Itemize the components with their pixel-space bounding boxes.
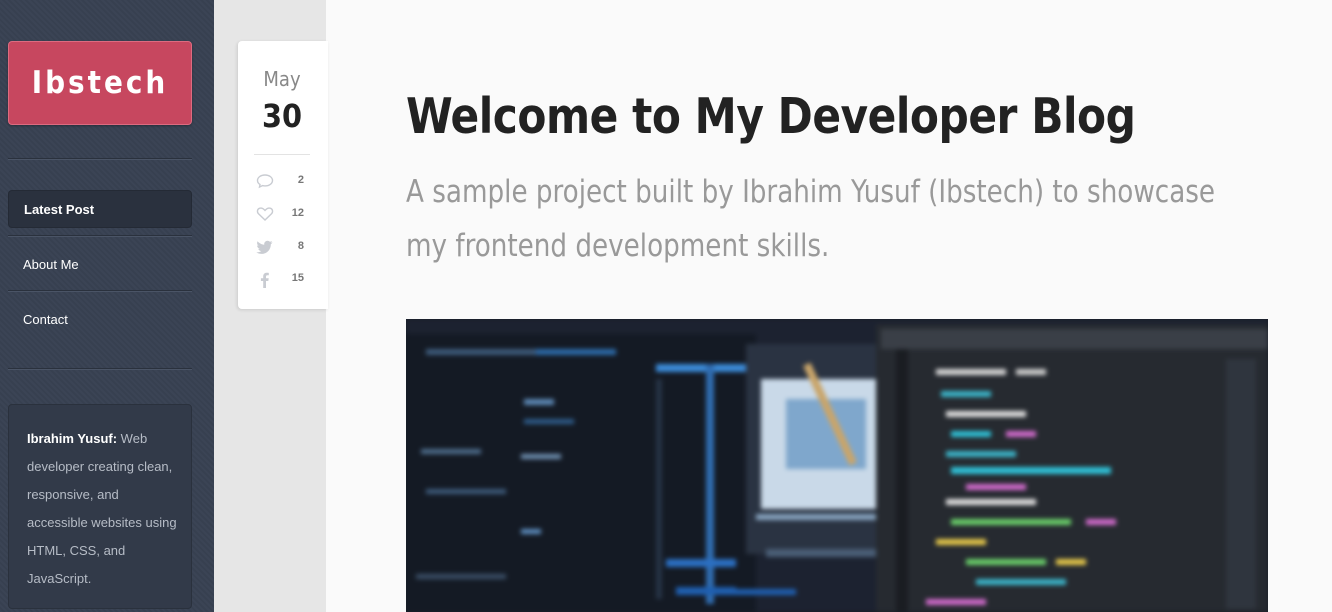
facebook-stat[interactable]: 15 — [256, 271, 316, 289]
nav-latest-post[interactable]: Latest Post — [8, 190, 192, 228]
divider — [8, 368, 192, 370]
author-description: Web developer creating clean, responsive… — [27, 431, 177, 586]
divider — [8, 158, 192, 160]
facebook-count: 15 — [291, 272, 304, 284]
site-logo[interactable]: Ibstech — [8, 41, 192, 125]
facebook-icon — [260, 272, 269, 288]
post-hero-image — [406, 319, 1268, 612]
divider — [254, 154, 310, 155]
likes-stat[interactable]: 12 — [256, 206, 316, 224]
sidebar: Ibstech Latest Post About Me Contact Ibr… — [0, 0, 214, 612]
post-subtitle: A sample project built by Ibrahim Yusuf … — [406, 174, 1216, 264]
nav-label: Latest Post — [24, 201, 95, 217]
divider — [8, 290, 192, 292]
nav-label: About Me — [23, 256, 79, 272]
post-month: May — [263, 67, 301, 91]
main-content: Welcome to My Developer Blog A sample pr… — [326, 0, 1332, 612]
twitter-stat[interactable]: 8 — [256, 239, 316, 257]
post-day: 30 — [261, 97, 303, 135]
nav-about-me[interactable]: About Me — [8, 245, 192, 283]
nav-label: Contact — [23, 311, 68, 327]
post-meta-card: May 30 2 12 8 15 — [238, 41, 328, 309]
twitter-icon — [256, 240, 273, 254]
tweets-count: 8 — [297, 240, 304, 252]
divider — [8, 235, 192, 237]
comments-count: 2 — [297, 174, 304, 186]
comment-icon — [256, 174, 274, 189]
post-title: Welcome to My Developer Blog — [406, 88, 1136, 145]
author-bio: Ibrahim Yusuf: Web developer creating cl… — [8, 404, 192, 609]
nav-contact[interactable]: Contact — [8, 300, 192, 338]
comments-stat[interactable]: 2 — [256, 173, 316, 191]
author-name: Ibrahim Yusuf: — [27, 431, 118, 446]
likes-count: 12 — [291, 207, 304, 219]
site-logo-text: Ibstech — [31, 65, 169, 101]
heart-icon — [256, 207, 274, 221]
